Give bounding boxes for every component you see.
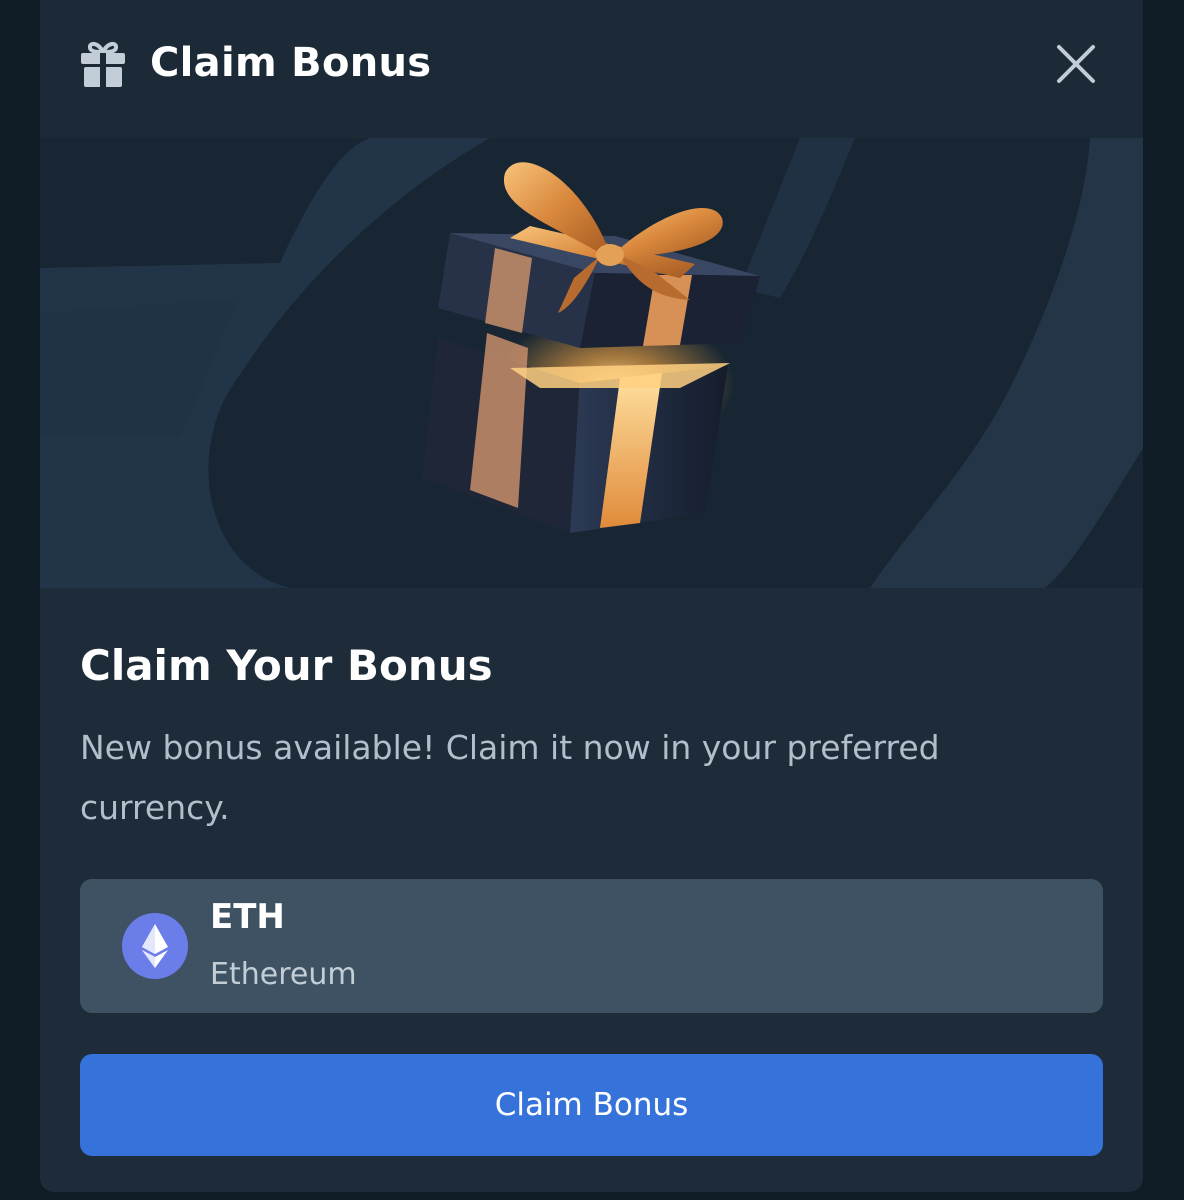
modal-content: Claim Your Bonus New bonus available! Cl… bbox=[40, 588, 1143, 1192]
content-description: New bonus available! Claim it now in you… bbox=[80, 728, 940, 827]
close-icon[interactable] bbox=[1052, 40, 1100, 88]
modal-title: Claim Bonus bbox=[150, 40, 432, 86]
gift-icon bbox=[81, 41, 125, 87]
currency-name: Ethereum bbox=[210, 957, 357, 992]
gift-box-illustration bbox=[40, 138, 1143, 588]
claim-bonus-button[interactable]: Claim Bonus bbox=[80, 1054, 1103, 1156]
currency-selector[interactable]: ETH Ethereum bbox=[80, 879, 1103, 1013]
modal-header: Claim Bonus bbox=[40, 0, 1143, 138]
ethereum-icon bbox=[122, 913, 188, 979]
currency-code: ETH bbox=[210, 897, 285, 937]
content-title: Claim Your Bonus bbox=[80, 641, 493, 690]
claim-bonus-modal: Claim Bonus Claim Your Bonus New bonus a… bbox=[40, 0, 1143, 1192]
hero-banner bbox=[40, 138, 1143, 588]
